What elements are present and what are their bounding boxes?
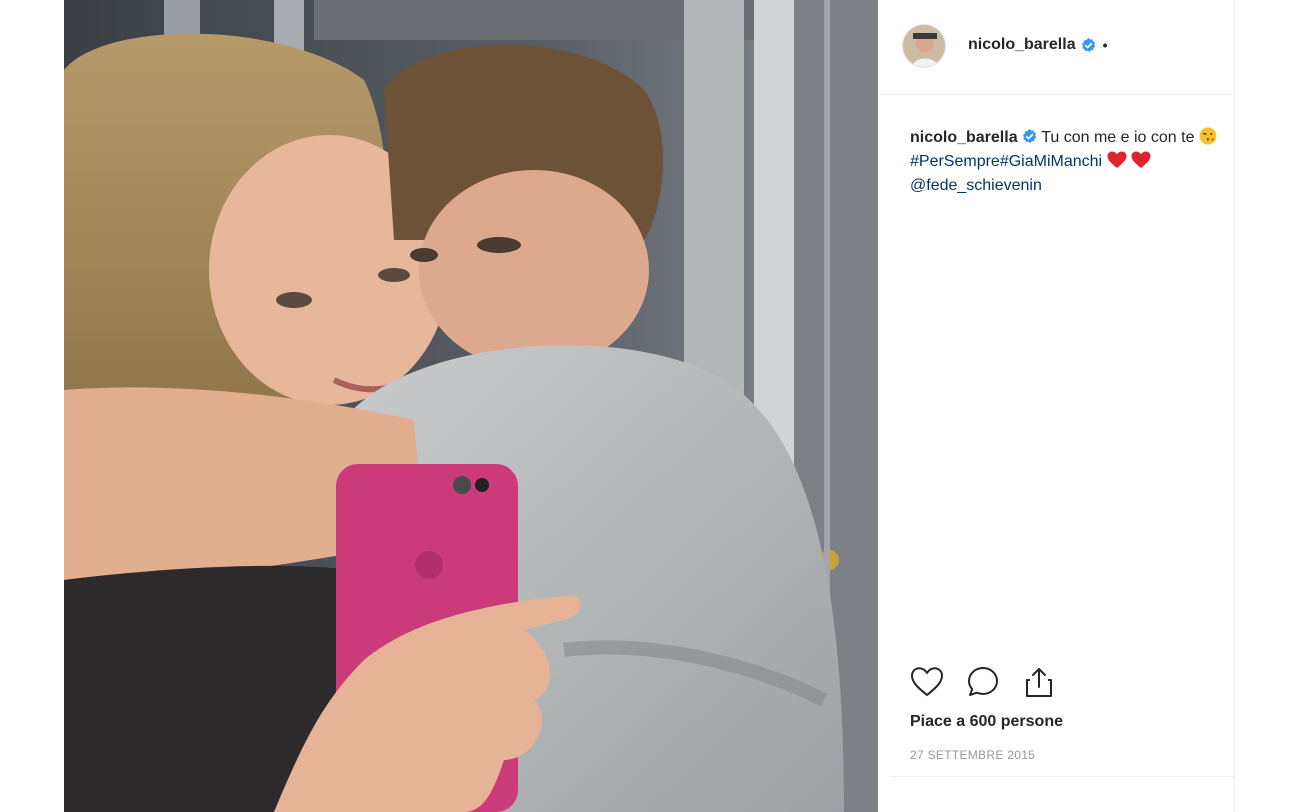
- post-side-panel: nicolo_barella • nicolo_barella Tu con m…: [878, 0, 1235, 812]
- caption-mention-link[interactable]: @fede_schievenin: [910, 177, 1042, 194]
- avatar[interactable]: [902, 24, 946, 68]
- avatar-image: [903, 25, 945, 67]
- heart-outline-icon: [910, 666, 944, 703]
- header-separator: •: [1102, 37, 1108, 53]
- red-heart-emoji-icon: [1131, 151, 1151, 169]
- caption-text: Tu con me e io con te: [1041, 129, 1195, 146]
- verified-badge-icon: [1022, 128, 1037, 143]
- caption-username-link[interactable]: nicolo_barella: [910, 129, 1018, 146]
- kissing-face-emoji-icon: [1199, 127, 1217, 145]
- like-button[interactable]: [908, 664, 946, 704]
- red-heart-emoji-icon: [1107, 151, 1127, 169]
- post-date[interactable]: 27 SETTEMBRE 2015: [910, 748, 1035, 762]
- likes-count-link[interactable]: Piace a 600 persone: [910, 713, 1063, 731]
- share-upload-icon: [1022, 665, 1056, 704]
- header-username-link[interactable]: nicolo_barella: [968, 36, 1076, 54]
- divider: [890, 776, 1234, 777]
- share-button[interactable]: [1020, 664, 1058, 704]
- comment-bubble-icon: [966, 665, 1000, 704]
- header-username-row: nicolo_barella •: [968, 36, 1108, 54]
- verified-badge-icon: [1081, 37, 1096, 53]
- post-header: nicolo_barella •: [878, 0, 1234, 95]
- post-photo[interactable]: [64, 0, 878, 812]
- caption-hashtags-link[interactable]: #PerSempre#GiaMiManchi: [910, 153, 1102, 170]
- post-caption: nicolo_barella Tu con me e io con te #Pe…: [910, 126, 1226, 198]
- post-actions-bar: [908, 664, 1058, 704]
- comment-button[interactable]: [964, 664, 1002, 704]
- selfie-photo-illustration: [64, 0, 878, 812]
- instagram-post-view: nicolo_barella • nicolo_barella Tu con m…: [0, 0, 1298, 812]
